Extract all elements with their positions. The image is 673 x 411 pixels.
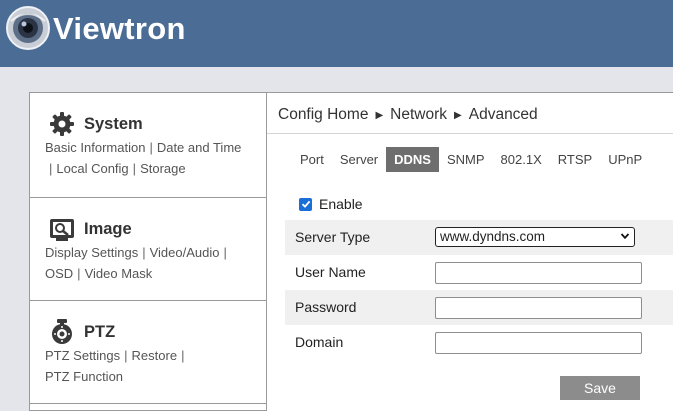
breadcrumb-config-home[interactable]: Config Home xyxy=(278,106,368,123)
link-local-config[interactable]: Local Config xyxy=(56,161,128,176)
sidebar-links-system: Basic Information | Date and Time | Local C… xyxy=(45,137,260,179)
server-type-value: www.dyndns.com xyxy=(440,229,546,244)
tab-8021x[interactable]: 802.1X xyxy=(493,147,550,172)
link-separator: | xyxy=(223,245,227,260)
save-button[interactable]: Save xyxy=(560,376,640,400)
sidebar-links-ptz: PTZ Settings | Restore | PTZ Function xyxy=(45,345,260,387)
main-panel: Config Home ▶ Network ▶ Advanced Port Server… xyxy=(267,92,673,411)
link-separator: | xyxy=(49,161,53,176)
link-ptz-function[interactable]: PTZ Function xyxy=(45,369,123,384)
sidebar-section-image: Image Display Settings | Video/Audio | OSD |… xyxy=(30,198,266,301)
enable-row: Enable xyxy=(299,196,363,212)
link-osd[interactable]: OSD xyxy=(45,266,73,281)
link-video-audio[interactable]: Video/Audio xyxy=(150,245,220,260)
user-name-input[interactable] xyxy=(435,262,642,284)
user-name-label: User Name xyxy=(295,264,366,280)
enable-checkbox[interactable] xyxy=(299,197,312,211)
breadcrumb-arrow-icon: ▶ xyxy=(454,110,462,121)
link-display-settings[interactable]: Display Settings xyxy=(45,245,138,260)
user-name-row: User Name xyxy=(285,255,673,290)
link-video-mask[interactable]: Video Mask xyxy=(85,266,153,281)
chevron-down-icon xyxy=(620,233,630,240)
sidebar-heading-image[interactable]: Image xyxy=(48,215,132,243)
domain-label: Domain xyxy=(295,334,344,350)
domain-row: Domain xyxy=(285,325,673,360)
ptz-camera-icon xyxy=(52,319,72,344)
sidebar-title-system: System xyxy=(84,114,143,133)
breadcrumb: Config Home ▶ Network ▶ Advanced xyxy=(278,106,538,124)
app-header: Viewtron xyxy=(0,0,673,67)
link-date-and-time[interactable]: Date and Time xyxy=(157,140,242,155)
breadcrumb-divider xyxy=(267,133,673,134)
sidebar-title-image: Image xyxy=(84,219,132,238)
network-tabs: Port Server DDNS SNMP 802.1X RTSP UPnP xyxy=(292,147,650,172)
enable-label: Enable xyxy=(319,196,363,212)
link-restore[interactable]: Restore xyxy=(132,348,178,363)
link-separator: | xyxy=(142,245,146,260)
tab-port[interactable]: Port xyxy=(292,147,332,172)
domain-input[interactable] xyxy=(435,332,642,354)
server-type-row: Server Type www.dyndns.com xyxy=(285,220,673,255)
checkmark-icon xyxy=(301,200,310,208)
sidebar-title-ptz: PTZ xyxy=(84,322,116,341)
link-ptz-settings[interactable]: PTZ Settings xyxy=(45,348,120,363)
password-label: Password xyxy=(295,299,357,315)
link-basic-information[interactable]: Basic Information xyxy=(45,140,145,155)
tab-server[interactable]: Server xyxy=(332,147,386,172)
config-sidebar: System Basic Information | Date and Time |… xyxy=(29,92,267,411)
link-separator: | xyxy=(124,348,128,363)
server-type-select[interactable]: www.dyndns.com xyxy=(435,227,635,247)
server-type-label: Server Type xyxy=(295,229,371,245)
breadcrumb-advanced: Advanced xyxy=(468,106,538,123)
sidebar-heading-system[interactable]: System xyxy=(48,110,143,138)
link-separator: | xyxy=(77,266,81,281)
sidebar-section-system: System Basic Information | Date and Time |… xyxy=(30,93,266,198)
password-row: Password xyxy=(285,290,673,325)
image-settings-icon xyxy=(50,219,74,241)
sidebar-section-ptz: PTZ PTZ Settings | Restore | PTZ Function xyxy=(30,301,266,404)
link-storage[interactable]: Storage xyxy=(140,161,186,176)
brand-name: Viewtron xyxy=(53,11,186,46)
sidebar-heading-ptz[interactable]: PTZ xyxy=(48,318,115,346)
link-separator: | xyxy=(181,348,185,363)
tab-ddns[interactable]: DDNS xyxy=(386,147,439,172)
viewtron-camera-logo-icon xyxy=(6,6,50,50)
link-separator: | xyxy=(132,161,137,176)
gear-icon xyxy=(50,112,74,136)
tab-snmp[interactable]: SNMP xyxy=(439,147,493,172)
sidebar-links-image: Display Settings | Video/Audio | OSD | Video … xyxy=(45,242,260,284)
password-input[interactable] xyxy=(435,297,642,319)
tab-upnp[interactable]: UPnP xyxy=(600,147,650,172)
link-separator: | xyxy=(149,140,153,155)
tab-rtsp[interactable]: RTSP xyxy=(550,147,600,172)
breadcrumb-arrow-icon: ▶ xyxy=(375,110,384,121)
breadcrumb-network[interactable]: Network xyxy=(390,106,447,123)
